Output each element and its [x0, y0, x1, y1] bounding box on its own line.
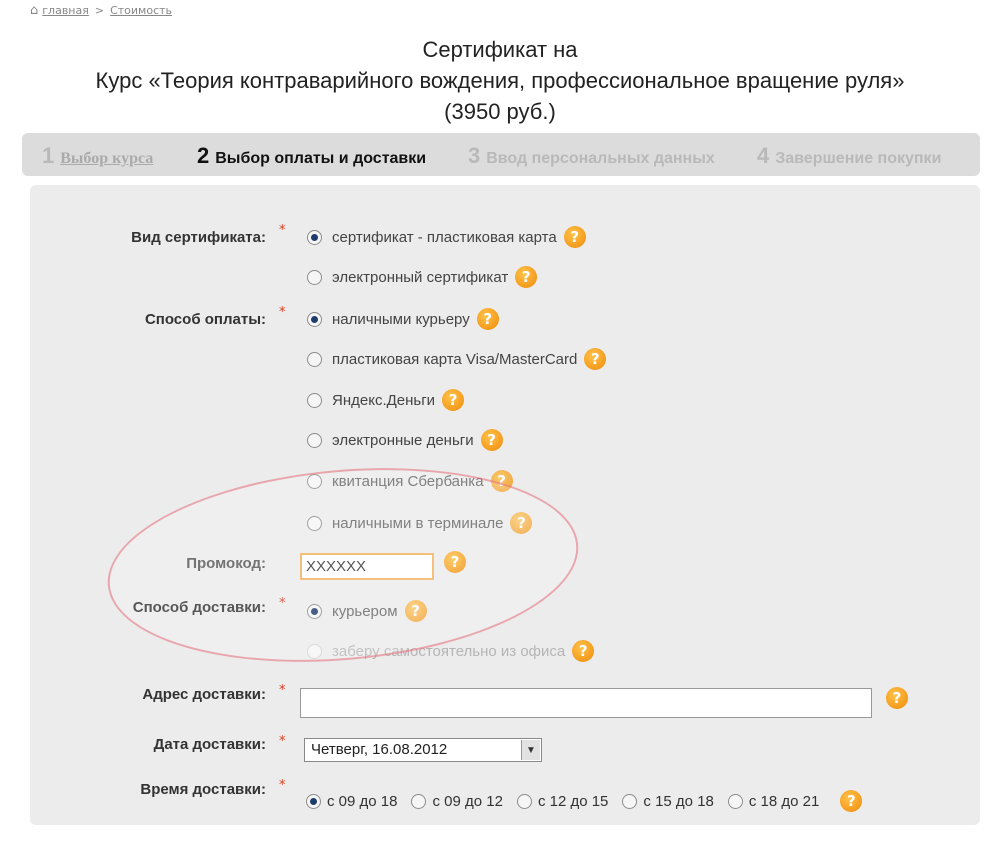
radio-button[interactable] — [307, 392, 322, 408]
title-line-2: Курс «Теория контраварийного вождения, п… — [95, 68, 905, 93]
help-icon[interactable]: ? — [444, 551, 466, 573]
required-mark: * — [279, 683, 286, 698]
required-mark: * — [279, 778, 286, 793]
option-label: наличными курьеру — [332, 310, 470, 328]
help-icon[interactable]: ? — [442, 389, 465, 411]
chevron-down-icon[interactable]: ▼ — [521, 740, 540, 760]
option-label: электронные деньги — [332, 431, 474, 449]
option-label: Яндекс.Деньги — [332, 391, 436, 409]
step-label[interactable]: Выбор курса — [60, 150, 153, 167]
delivery-date-label: Дата доставки: — [153, 736, 266, 753]
radio-button[interactable] — [307, 515, 322, 531]
breadcrumb-separator: > — [94, 4, 105, 17]
delivery-time-label: Время доставки: — [140, 781, 266, 798]
radio-button[interactable] — [307, 603, 322, 619]
page-title: Сертификат на Курс «Теория контраварийно… — [0, 34, 1000, 127]
radio-button[interactable] — [307, 311, 322, 327]
checkout-steps: 1 Выбор курса 2 Выбор оплаты и доставки 3В… — [22, 133, 980, 176]
payment-option-sberbank[interactable]: квитанция Сбербанка? — [307, 470, 513, 492]
radio-button[interactable] — [622, 793, 638, 809]
time-option-18-21[interactable]: с 18 до 21 — [727, 792, 820, 810]
radio-button[interactable] — [307, 229, 322, 245]
title-line-1: Сертификат на — [422, 37, 578, 62]
payment-option-yandex[interactable]: Яндекс.Деньги? — [307, 389, 465, 411]
payment-option-e-money[interactable]: электронные деньги? — [307, 429, 503, 451]
required-mark: * — [279, 596, 286, 611]
breadcrumb: ⌂ главная > Стоимость — [30, 3, 172, 18]
time-option-9-12[interactable]: с 09 до 12 — [411, 792, 503, 810]
help-icon[interactable]: ? — [886, 687, 908, 709]
cert-option-plastic[interactable]: сертификат - пластиковая карта? — [307, 226, 586, 248]
step-number: 4 — [757, 143, 770, 168]
option-label: с 12 до 15 — [537, 792, 609, 810]
required-mark: * — [279, 734, 286, 749]
required-mark: * — [279, 223, 286, 238]
time-option-9-18[interactable]: с 09 до 18 — [306, 793, 397, 810]
delivery-method-label: Способ доставки: — [132, 599, 266, 616]
radio-button[interactable] — [306, 793, 321, 809]
option-label: наличными в терминале — [332, 514, 504, 532]
promo-code-input[interactable]: XXXXXX — [300, 553, 434, 580]
help-icon[interactable]: ? — [480, 429, 503, 451]
radio-button[interactable] — [307, 269, 322, 285]
time-option-12-15[interactable]: с 12 до 15 — [516, 792, 609, 810]
option-label: квитанция Сбербанка — [332, 472, 484, 490]
help-icon[interactable]: ? — [515, 266, 538, 288]
delivery-time-options: с 09 до 18 с 09 до 12 с 12 до 15 с 15 до… — [306, 790, 863, 812]
option-label: пластиковая карта Visa/MasterCard — [332, 350, 578, 368]
step-choose-course[interactable]: 1 Выбор курса — [42, 143, 153, 169]
step-number: 2 — [197, 143, 210, 168]
help-icon[interactable]: ? — [563, 226, 586, 248]
option-label: с 18 до 21 — [748, 792, 820, 810]
help-icon[interactable]: ? — [476, 308, 499, 330]
delivery-date-select[interactable]: Четверг, 16.08.2012 ▼ — [304, 738, 542, 762]
promo-code-label: Промокод: — [186, 555, 266, 572]
cert-type-label: Вид сертификата: — [131, 229, 266, 246]
title-line-3: (3950 руб.) — [444, 99, 556, 124]
step-number: 1 — [42, 143, 55, 168]
breadcrumb-current-link[interactable]: Стоимость — [110, 4, 172, 17]
radio-button[interactable] — [307, 432, 322, 448]
payment-option-card[interactable]: пластиковая карта Visa/MasterCard? — [307, 348, 607, 370]
option-label: электронный сертификат — [332, 268, 509, 286]
delivery-option-courier[interactable]: курьером? — [307, 600, 427, 622]
option-label: с 15 до 18 — [643, 792, 714, 810]
help-icon[interactable]: ? — [572, 640, 595, 662]
radio-button[interactable] — [307, 351, 322, 367]
option-label: заберу самостоятельно из офиса — [332, 642, 566, 660]
home-icon[interactable]: ⌂ — [30, 3, 38, 18]
step-payment-delivery: 2 Выбор оплаты и доставки — [197, 143, 426, 169]
option-label: курьером — [332, 602, 398, 620]
payment-method-label: Способ оплаты: — [144, 311, 266, 328]
payment-option-cash-courier[interactable]: наличными курьеру? — [307, 308, 499, 330]
radio-button[interactable] — [516, 793, 532, 809]
cert-option-electronic[interactable]: электронный сертификат? — [307, 266, 538, 288]
help-icon[interactable]: ? — [584, 348, 607, 370]
radio-button[interactable] — [411, 793, 427, 809]
breadcrumb-home-link[interactable]: главная — [42, 4, 89, 17]
option-label: сертификат - пластиковая карта — [332, 228, 557, 246]
step-number: 3 — [468, 143, 481, 168]
help-icon[interactable]: ? — [404, 600, 427, 622]
radio-button[interactable] — [307, 643, 322, 659]
step-label: Ввод персональных данных — [486, 150, 715, 167]
selected-date-value: Четверг, 16.08.2012 — [311, 741, 448, 758]
delivery-option-pickup[interactable]: заберу самостоятельно из офиса? — [307, 640, 595, 662]
delivery-address-label: Адрес доставки: — [142, 686, 266, 703]
option-label: с 09 до 12 — [432, 792, 503, 810]
required-mark: * — [279, 305, 286, 320]
time-option-15-18[interactable]: с 15 до 18 — [622, 792, 714, 810]
help-icon[interactable]: ? — [510, 512, 533, 534]
option-label: с 09 до 18 — [327, 792, 398, 810]
delivery-address-input[interactable] — [300, 688, 872, 718]
help-icon[interactable]: ? — [840, 790, 863, 812]
step-label: Выбор оплаты и доставки — [215, 150, 427, 167]
radio-button[interactable] — [727, 793, 743, 809]
step-personal-data: 3 Ввод персональных данных — [468, 143, 715, 169]
payment-option-terminal[interactable]: наличными в терминале? — [307, 512, 533, 534]
step-finish: 4 Завершение покупки — [757, 143, 941, 169]
radio-button[interactable] — [307, 473, 322, 489]
step-label: Завершение покупки — [775, 150, 942, 167]
help-icon[interactable]: ? — [490, 470, 513, 492]
